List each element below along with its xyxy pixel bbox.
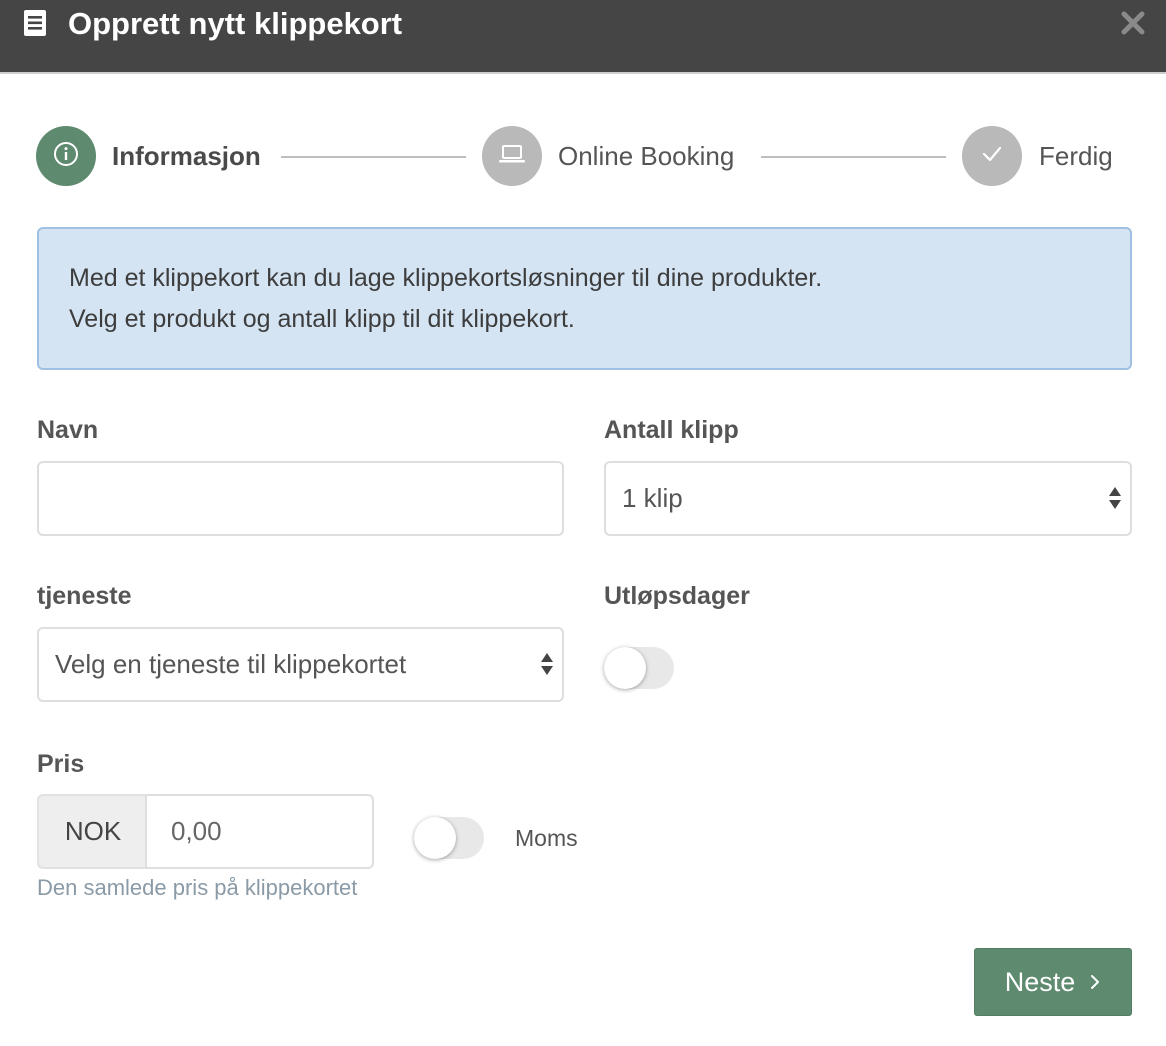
expiry-label: Utløpsdager (604, 582, 750, 610)
step-done[interactable] (962, 126, 1022, 186)
next-button-label: Neste (1004, 966, 1076, 997)
currency-addon: NOK (37, 794, 147, 869)
check-icon (980, 144, 1004, 169)
name-label: Navn (37, 416, 99, 444)
vat-toggle[interactable] (414, 817, 484, 859)
step-connector (761, 156, 946, 158)
currency-label: NOK (64, 816, 122, 846)
clips-selected-value: 1 klip (622, 483, 683, 513)
select-arrows-icon (1108, 483, 1122, 513)
chevron-right-icon (1089, 967, 1101, 998)
toggle-knob (414, 817, 456, 859)
step-information-label: Informasjon (112, 141, 261, 171)
service-select[interactable]: Velg en tjeneste til klippekortet (37, 627, 564, 702)
step-online-booking-label: Online Booking (558, 141, 735, 171)
next-button[interactable]: Neste (974, 948, 1132, 1016)
step-information[interactable] (36, 126, 96, 186)
select-arrows-icon (540, 649, 554, 679)
service-selected-value: Velg en tjeneste til klippekortet (55, 649, 407, 679)
info-icon (53, 141, 79, 172)
price-input[interactable] (145, 794, 374, 869)
price-label: Pris (37, 750, 85, 778)
name-input[interactable] (37, 461, 564, 536)
laptop-icon (498, 143, 526, 170)
clips-select[interactable]: 1 klip (604, 461, 1132, 536)
price-help-text: Den samlede pris på klippekortet (37, 875, 358, 900)
info-alert: Med et klippekort kan du lage klippekort… (37, 227, 1132, 370)
clips-label: Antall klipp (604, 416, 739, 444)
step-online-booking[interactable] (482, 126, 542, 186)
modal-title: Opprett nytt klippekort (68, 6, 403, 41)
card-list-icon (24, 10, 46, 36)
modal-header: Opprett nytt klippekort (0, 0, 1166, 74)
toggle-knob (604, 647, 646, 689)
close-icon[interactable] (1120, 10, 1146, 36)
expiry-toggle[interactable] (604, 647, 674, 689)
vat-label: Moms (515, 825, 578, 851)
info-text-line-2: Velg et produkt og antall klipp til dit … (69, 305, 575, 333)
info-text-line-1: Med et klippekort kan du lage klippekort… (69, 264, 823, 292)
service-label: tjeneste (37, 582, 132, 610)
step-connector (281, 156, 466, 158)
step-done-label: Ferdig (1039, 141, 1113, 171)
